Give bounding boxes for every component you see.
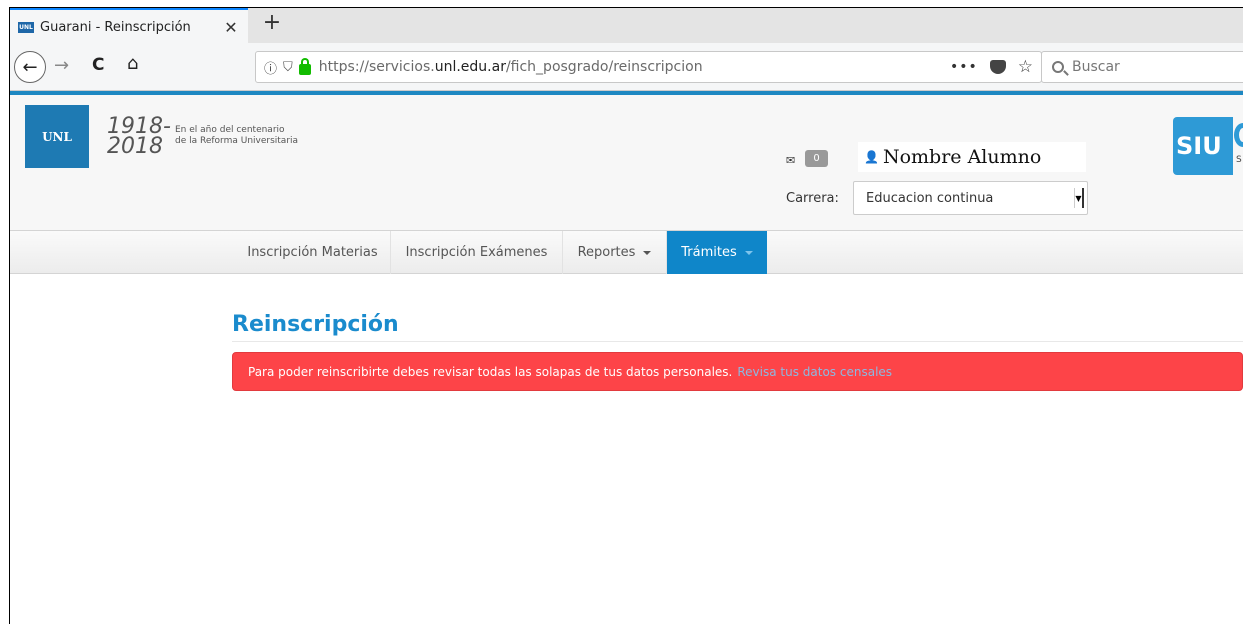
user-name: Nombre Alumno <box>882 146 1042 168</box>
search-placeholder: Buscar <box>1072 59 1120 75</box>
new-tab-button[interactable]: + <box>260 10 284 35</box>
tab-title: Guarani - Reinscripción <box>40 19 191 35</box>
user-menu[interactable]: 👤 Nombre Alumno <box>858 142 1086 172</box>
tab-bar: UNL Guarani - Reinscripción ✕ + <box>10 7 1243 44</box>
menu-label: Inscripción Exámenes <box>405 245 548 260</box>
lock-icon[interactable] <box>298 57 311 75</box>
unl-favicon-icon: UNL <box>18 21 34 33</box>
unl-logo[interactable]: UNL <box>25 105 89 168</box>
url-text[interactable]: https://servicios.unl.edu.ar/fich_posgra… <box>319 59 950 75</box>
site-header: UNL 1918- 2018 En el año del centenario … <box>10 95 1243 230</box>
user-icon: 👤 <box>864 150 879 164</box>
centenary-years: 1918- 2018 <box>107 114 171 159</box>
search-input[interactable]: Buscar <box>1041 51 1243 83</box>
chevron-down-icon: ▼ <box>1074 188 1084 208</box>
pocket-icon[interactable] <box>989 60 1006 74</box>
page-title: Reinscripción <box>232 312 399 337</box>
siu-logo-edge: S <box>1234 117 1243 175</box>
alert-message: Para poder reinscribirte debes revisar t… <box>248 364 733 379</box>
centenary-caption: En el año del centenario de la Reforma U… <box>175 125 299 146</box>
page-actions-icon[interactable]: ••• <box>950 59 978 75</box>
forward-button[interactable]: → <box>54 55 69 76</box>
menu-tramites[interactable]: Trámites <box>667 231 767 274</box>
carrera-label: Carrera: <box>786 191 839 206</box>
siu-logo[interactable]: SIU <box>1173 117 1233 175</box>
navigation-bar: ← → C ⌂ ⓘ ⛉ https://servicios.unl.edu.ar… <box>10 43 1243 91</box>
menu-inscripcion-examenes[interactable]: Inscripción Exámenes <box>391 231 563 274</box>
caret-down-icon <box>643 250 652 255</box>
error-alert: Para poder reinscribirte debes revisar t… <box>232 352 1243 391</box>
carrera-select[interactable]: Educacion continua ▼ <box>853 181 1088 215</box>
envelope-icon[interactable]: ✉ <box>786 154 795 167</box>
messages-badge[interactable]: 0 <box>805 150 828 167</box>
menu-label: Inscripción Materias <box>247 245 378 260</box>
close-tab-icon[interactable]: ✕ <box>220 18 242 37</box>
info-icon[interactable]: ⓘ <box>264 58 277 77</box>
menu-inscripcion-materias[interactable]: Inscripción Materias <box>235 231 391 274</box>
main-menu: Inscripción Materias Inscripción Exámene… <box>10 230 1243 274</box>
browser-window: UNL Guarani - Reinscripción ✕ + ← → C ⌂ … <box>0 0 1243 624</box>
menu-reportes[interactable]: Reportes <box>563 231 667 274</box>
caret-down-icon <box>744 250 753 255</box>
home-button[interactable]: ⌂ <box>127 53 138 74</box>
carrera-value: Educacion continua <box>866 190 994 206</box>
search-icon <box>1052 61 1064 73</box>
census-data-link[interactable]: Revisa tus datos censales <box>737 365 892 379</box>
menu-label: Reportes <box>577 245 636 260</box>
bookmark-star-icon[interactable]: ☆ <box>1018 57 1033 77</box>
tracking-shield-icon[interactable]: ⛉ <box>283 60 293 75</box>
tab-guarani[interactable]: UNL Guarani - Reinscripción ✕ <box>10 8 248 44</box>
url-bar[interactable]: ⓘ ⛉ https://servicios.unl.edu.ar/fich_po… <box>255 51 1042 83</box>
back-button[interactable]: ← <box>14 51 46 83</box>
reload-button[interactable]: C <box>92 55 104 75</box>
menu-label: Trámites <box>681 245 737 260</box>
title-divider <box>232 341 1243 342</box>
